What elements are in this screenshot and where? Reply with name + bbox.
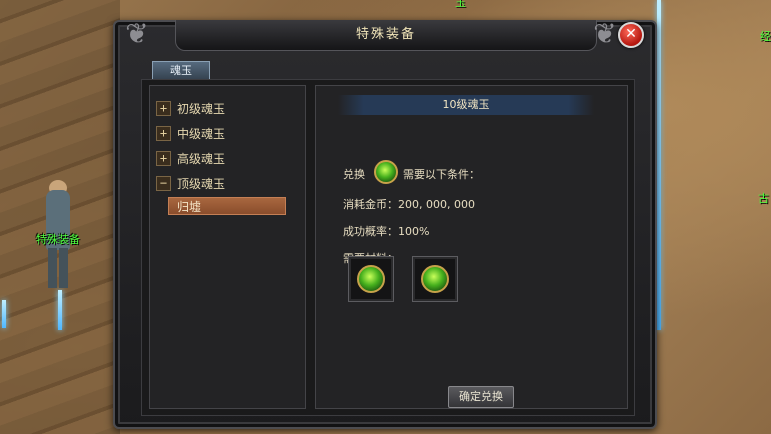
tree-item-tier-4[interactable]: − 顶级魂玉 [156, 174, 225, 192]
soul-jade-icon[interactable] [374, 160, 398, 184]
light-barrier [58, 290, 62, 330]
expand-icon[interactable]: + [156, 100, 171, 116]
close-button[interactable]: ✕ [618, 22, 644, 48]
tree-item-label: 高级魂玉 [177, 151, 226, 166]
tree-item-tier-2[interactable]: + 中级魂玉 [156, 124, 225, 142]
tree-item-tier-3[interactable]: + 高级魂玉 [156, 149, 225, 167]
material-slot[interactable] [348, 256, 394, 302]
offscreen-label-right-2: 古 [758, 192, 769, 205]
tree-item-tier-1[interactable]: + 初级魂玉 [156, 99, 225, 117]
category-tree: + 初级魂玉 + 中级魂玉 + 高级魂玉 − 顶级魂玉 归墟 [149, 85, 306, 409]
npc-legs [48, 248, 68, 288]
soul-jade-icon [421, 265, 449, 293]
tree-item-label: 顶级魂玉 [177, 176, 226, 191]
material-slot[interactable] [412, 256, 458, 302]
special-equipment-window: 特殊装备 ❦ ❦ ✕ 魂玉 + 初级魂玉 + 中级魂玉 + 高级魂玉 − 顶级魂… [113, 17, 657, 429]
soul-jade-icon [357, 265, 385, 293]
detail-panel: 10级魂玉 兑换 需要以下条件： 消耗金币：200, 000, 000 成功概率… [315, 85, 628, 409]
tree-item-label: 初级魂玉 [177, 101, 226, 116]
confirm-exchange-button[interactable]: 确定兑换 [448, 386, 514, 408]
offscreen-label-top: 玉 [455, 0, 466, 9]
light-barrier [657, 0, 661, 330]
offscreen-label-right: 经 [760, 30, 771, 43]
tree-item-label: 中级魂玉 [177, 126, 226, 141]
npc-name-label[interactable]: 特殊装备 [36, 231, 80, 247]
expand-icon[interactable]: + [156, 150, 171, 166]
tab-soul-jade[interactable]: 魂玉 [152, 61, 210, 80]
window-content: + 初级魂玉 + 中级魂玉 + 高级魂玉 − 顶级魂玉 归墟 10级魂玉 兑换 … [141, 79, 635, 416]
tree-leaf-selected[interactable]: 归墟 [168, 197, 286, 215]
light-barrier [2, 300, 6, 328]
expand-icon[interactable]: + [156, 125, 171, 141]
exchange-prefix: 兑换 [343, 168, 365, 181]
window-title: 特殊装备 [355, 27, 416, 42]
item-header: 10级魂玉 [338, 95, 594, 115]
gold-cost: 消耗金币：200, 000, 000 [343, 198, 475, 211]
title-bar[interactable]: 特殊装备 [175, 20, 597, 51]
collapse-icon[interactable]: − [156, 175, 171, 191]
exchange-suffix: 需要以下条件： [403, 168, 480, 181]
success-rate: 成功概率：100% [343, 225, 430, 238]
dragon-ornament-icon: ❦ [125, 17, 149, 50]
